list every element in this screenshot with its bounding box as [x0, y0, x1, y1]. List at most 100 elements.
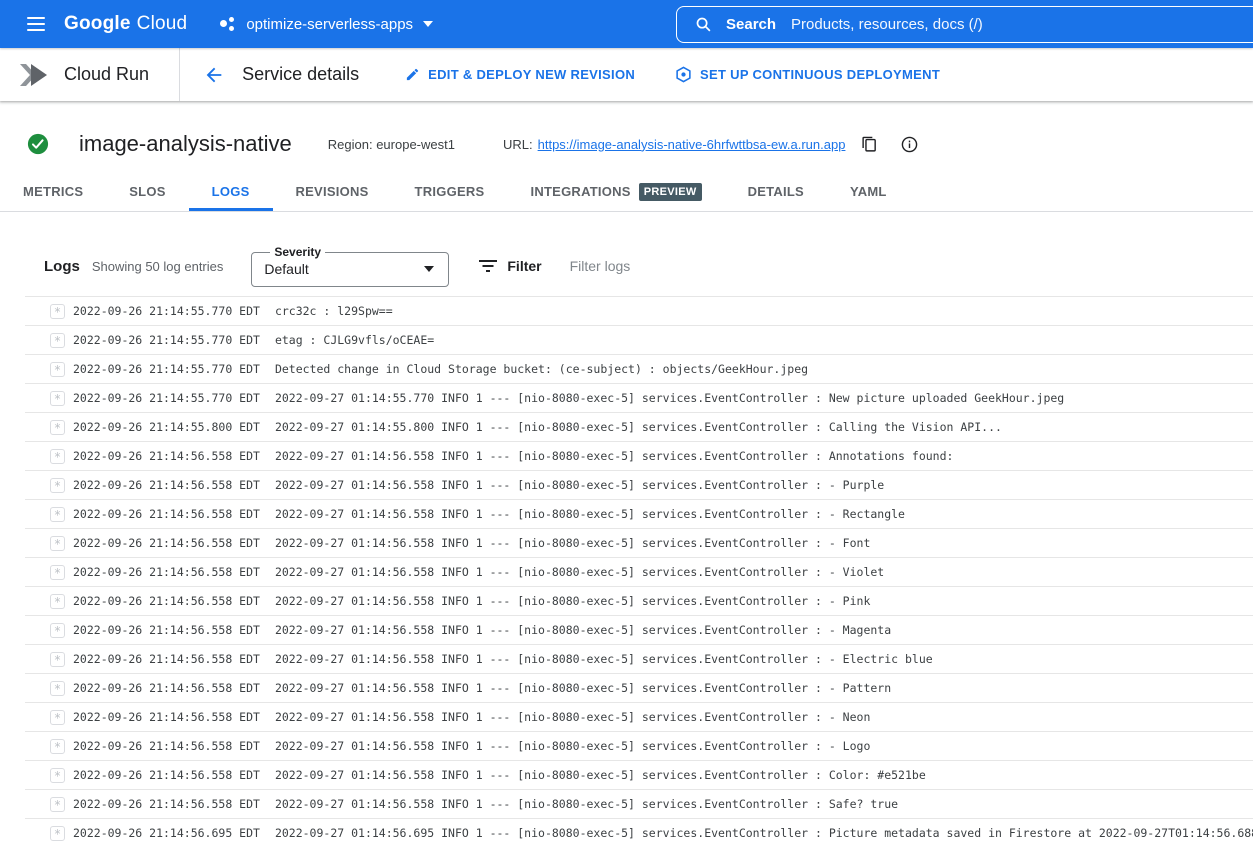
edit-deploy-revision-button[interactable]: EDIT & DEPLOY NEW REVISION	[405, 67, 635, 82]
info-icon	[901, 136, 918, 153]
log-row[interactable]: * 2022-09-26 21:14:56.558 EDT 2022-09-27…	[25, 673, 1253, 702]
log-timestamp: 2022-09-26 21:14:56.558 EDT	[73, 797, 260, 811]
tab-label: YAML	[850, 184, 887, 199]
search-input[interactable]: Search Products, resources, docs (/)	[676, 6, 1253, 43]
log-severity-default-icon: *	[50, 652, 65, 667]
log-row[interactable]: * 2022-09-26 21:14:56.558 EDT 2022-09-27…	[25, 702, 1253, 731]
page-title: Service details	[242, 64, 359, 85]
log-row[interactable]: * 2022-09-26 21:14:56.558 EDT 2022-09-27…	[25, 470, 1253, 499]
tab-label: METRICS	[23, 184, 83, 199]
log-row[interactable]: * 2022-09-26 21:14:56.558 EDT 2022-09-27…	[25, 760, 1253, 789]
log-message: 2022-09-27 01:14:56.558 INFO 1 --- [nio-…	[275, 565, 884, 579]
log-row[interactable]: * 2022-09-26 21:14:56.695 EDT 2022-09-27…	[25, 818, 1253, 847]
log-list: * 2022-09-26 21:14:55.770 EDT crc32c : l…	[25, 296, 1253, 847]
setup-continuous-deployment-button[interactable]: SET UP CONTINUOUS DEPLOYMENT	[675, 66, 940, 83]
menu-icon[interactable]	[16, 4, 56, 44]
setup-continuous-deployment-label: SET UP CONTINUOUS DEPLOYMENT	[700, 67, 940, 82]
log-message: 2022-09-27 01:14:56.558 INFO 1 --- [nio-…	[275, 797, 898, 811]
severity-label: Severity	[270, 245, 325, 259]
url-info-button[interactable]	[897, 132, 921, 156]
filter-input-placeholder[interactable]: Filter logs	[570, 258, 631, 274]
log-timestamp: 2022-09-26 21:14:56.558 EDT	[73, 565, 260, 579]
log-timestamp: 2022-09-26 21:14:56.558 EDT	[73, 652, 260, 666]
log-message: 2022-09-27 01:14:56.558 INFO 1 --- [nio-…	[275, 594, 870, 608]
project-switcher[interactable]: optimize-serverless-apps	[219, 15, 433, 33]
log-timestamp: 2022-09-26 21:14:56.558 EDT	[73, 478, 260, 492]
log-severity-default-icon: *	[50, 507, 65, 522]
log-timestamp: 2022-09-26 21:14:55.770 EDT	[73, 304, 260, 318]
log-row[interactable]: * 2022-09-26 21:14:55.770 EDT Detected c…	[25, 354, 1253, 383]
log-message: crc32c : l29Spw==	[275, 304, 393, 318]
log-message: 2022-09-27 01:14:56.558 INFO 1 --- [nio-…	[275, 478, 884, 492]
tab[interactable]: YAML	[827, 175, 910, 211]
status-ok-icon	[27, 133, 49, 155]
service-url-link[interactable]: https://image-analysis-native-6hrfwttbsa…	[538, 137, 846, 152]
filter-label: Filter	[507, 258, 541, 274]
log-severity-default-icon: *	[50, 304, 65, 319]
tab-label: LOGS	[212, 184, 250, 199]
top-app-bar: Google Cloud optimize-serverless-apps Se…	[0, 0, 1253, 48]
tab[interactable]: METRICS	[0, 175, 106, 211]
divider	[179, 48, 180, 101]
log-row[interactable]: * 2022-09-26 21:14:55.770 EDT etag : CJL…	[25, 325, 1253, 354]
log-row[interactable]: * 2022-09-26 21:14:56.558 EDT 2022-09-27…	[25, 731, 1253, 760]
search-icon	[695, 16, 712, 33]
tab[interactable]: DETAILS	[725, 175, 827, 211]
logs-entry-count: Showing 50 log entries	[92, 259, 224, 274]
log-row[interactable]: * 2022-09-26 21:14:55.770 EDT crc32c : l…	[25, 296, 1253, 325]
log-timestamp: 2022-09-26 21:14:56.695 EDT	[73, 826, 260, 840]
log-row[interactable]: * 2022-09-26 21:14:56.558 EDT 2022-09-27…	[25, 644, 1253, 673]
log-row[interactable]: * 2022-09-26 21:14:56.558 EDT 2022-09-27…	[25, 499, 1253, 528]
severity-select[interactable]: Severity Default	[251, 245, 449, 287]
product-name[interactable]: Cloud Run	[64, 64, 149, 85]
arrow-back-icon	[203, 64, 225, 86]
cloud-build-icon	[675, 66, 692, 83]
log-row[interactable]: * 2022-09-26 21:14:56.558 EDT 2022-09-27…	[25, 789, 1253, 818]
log-severity-default-icon: *	[50, 681, 65, 696]
log-message: Detected change in Cloud Storage bucket:…	[275, 362, 808, 376]
edit-deploy-revision-label: EDIT & DEPLOY NEW REVISION	[428, 67, 635, 82]
tab[interactable]: TRIGGERS	[392, 175, 508, 211]
search-placeholder: Products, resources, docs (/)	[791, 16, 983, 33]
log-message: 2022-09-27 01:14:56.558 INFO 1 --- [nio-…	[275, 768, 926, 782]
log-filter[interactable]: Filter Filter logs	[479, 258, 630, 274]
project-icon	[219, 15, 237, 33]
log-timestamp: 2022-09-26 21:14:55.770 EDT	[73, 391, 260, 405]
tab[interactable]: LOGS	[189, 175, 273, 211]
log-row[interactable]: * 2022-09-26 21:14:56.558 EDT 2022-09-27…	[25, 557, 1253, 586]
tab-label: REVISIONS	[296, 184, 369, 199]
log-message: 2022-09-27 01:14:55.800 INFO 1 --- [nio-…	[275, 420, 1002, 434]
log-row[interactable]: * 2022-09-26 21:14:56.558 EDT 2022-09-27…	[25, 586, 1253, 615]
log-message: etag : CJLG9vfls/oCEAE=	[275, 333, 434, 347]
log-row[interactable]: * 2022-09-26 21:14:56.558 EDT 2022-09-27…	[25, 615, 1253, 644]
google-cloud-logo[interactable]: Google Cloud	[64, 13, 187, 35]
service-header: image-analysis-native Region: europe-wes…	[0, 101, 1253, 157]
tab[interactable]: SLOS	[106, 175, 188, 211]
logo-google-text: Google	[64, 13, 131, 35]
log-message: 2022-09-27 01:14:56.558 INFO 1 --- [nio-…	[275, 507, 905, 521]
log-timestamp: 2022-09-26 21:14:56.558 EDT	[73, 594, 260, 608]
logo-cloud-text: Cloud	[137, 13, 188, 35]
log-message: 2022-09-27 01:14:55.770 INFO 1 --- [nio-…	[275, 391, 1064, 405]
log-row[interactable]: * 2022-09-26 21:14:55.800 EDT 2022-09-27…	[25, 412, 1253, 441]
log-timestamp: 2022-09-26 21:14:55.770 EDT	[73, 333, 260, 347]
log-severity-default-icon: *	[50, 623, 65, 638]
log-severity-default-icon: *	[50, 768, 65, 783]
severity-value: Default	[264, 261, 308, 277]
log-severity-default-icon: *	[50, 362, 65, 377]
tab-bar: METRICS SLOS LOGS REVISIONS TRIGGERS INT…	[0, 175, 1253, 212]
tab-label: TRIGGERS	[415, 184, 485, 199]
tab[interactable]: INTEGRATIONS PREVIEW	[507, 175, 724, 211]
log-severity-default-icon: *	[50, 826, 65, 841]
product-header: Cloud Run Service details EDIT & DEPLOY …	[0, 48, 1253, 101]
log-timestamp: 2022-09-26 21:14:56.558 EDT	[73, 507, 260, 521]
copy-url-button[interactable]	[857, 132, 881, 156]
logs-title: Logs	[44, 258, 80, 275]
log-message: 2022-09-27 01:14:56.558 INFO 1 --- [nio-…	[275, 652, 933, 666]
log-row[interactable]: * 2022-09-26 21:14:55.770 EDT 2022-09-27…	[25, 383, 1253, 412]
log-row[interactable]: * 2022-09-26 21:14:56.558 EDT 2022-09-27…	[25, 441, 1253, 470]
back-button[interactable]	[194, 55, 234, 95]
log-timestamp: 2022-09-26 21:14:56.558 EDT	[73, 449, 260, 463]
tab[interactable]: REVISIONS	[273, 175, 392, 211]
log-row[interactable]: * 2022-09-26 21:14:56.558 EDT 2022-09-27…	[25, 528, 1253, 557]
